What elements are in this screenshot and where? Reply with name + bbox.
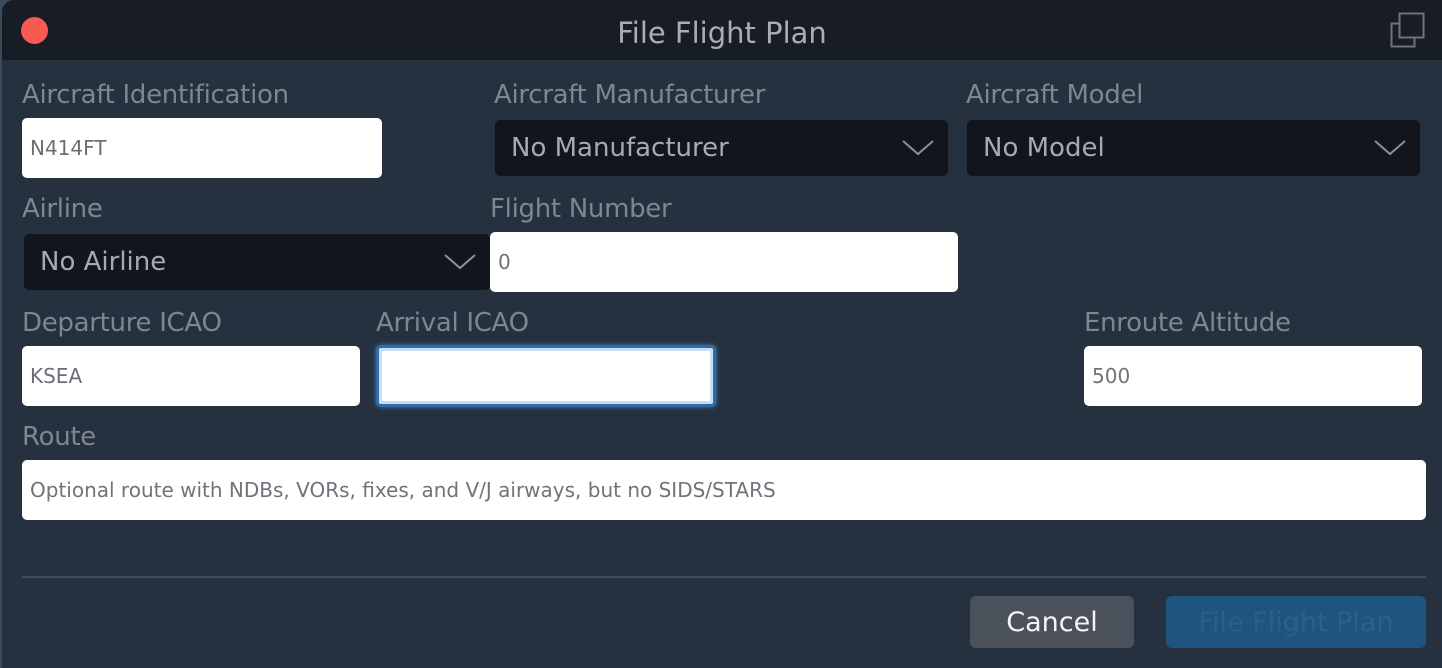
- flight-number-label: Flight Number: [490, 194, 672, 224]
- model-label: Aircraft Model: [966, 80, 1144, 110]
- file-flight-plan-button[interactable]: File Flight Plan: [1166, 596, 1426, 648]
- airline-select[interactable]: No Airline: [24, 234, 490, 290]
- route-label: Route: [22, 422, 96, 452]
- file-flight-plan-dialog: File Flight Plan Aircraft Identification…: [2, 0, 1442, 668]
- model-value: No Model: [983, 133, 1105, 163]
- title-bar: File Flight Plan: [2, 0, 1442, 60]
- model-select[interactable]: No Model: [967, 120, 1420, 176]
- pop-out-window-icon[interactable]: [1390, 12, 1426, 48]
- airline-label: Airline: [22, 194, 103, 224]
- dialog-title: File Flight Plan: [617, 16, 827, 50]
- airline-value: No Airline: [40, 247, 167, 277]
- arrival-icao-input[interactable]: [376, 345, 716, 407]
- departure-icao-input[interactable]: [22, 346, 360, 406]
- enroute-altitude-input[interactable]: [1084, 346, 1422, 406]
- manufacturer-label: Aircraft Manufacturer: [494, 80, 766, 110]
- aircraft-id-label: Aircraft Identification: [22, 80, 289, 110]
- chevron-down-icon: [1374, 140, 1406, 156]
- divider: [22, 576, 1426, 578]
- route-input[interactable]: [22, 460, 1426, 520]
- manufacturer-select[interactable]: No Manufacturer: [495, 120, 948, 176]
- chevron-down-icon: [444, 254, 476, 270]
- flight-number-input[interactable]: [490, 232, 958, 292]
- departure-label: Departure ICAO: [22, 308, 222, 338]
- chevron-down-icon: [902, 140, 934, 156]
- aircraft-id-input[interactable]: [22, 118, 382, 178]
- manufacturer-value: No Manufacturer: [511, 133, 729, 163]
- altitude-label: Enroute Altitude: [1084, 308, 1291, 338]
- cancel-button[interactable]: Cancel: [970, 596, 1134, 648]
- arrival-label: Arrival ICAO: [376, 308, 529, 338]
